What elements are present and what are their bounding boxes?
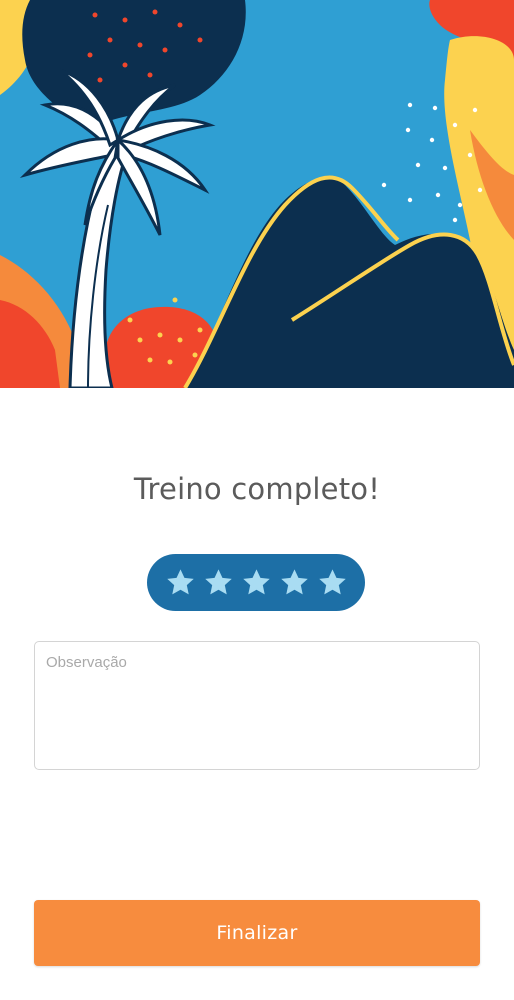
- hero-illustration: [0, 0, 514, 388]
- workout-complete-screen: Treino completo! Finalizar: [0, 0, 514, 1000]
- finish-button[interactable]: Finalizar: [34, 900, 480, 966]
- star-icon[interactable]: [165, 567, 196, 598]
- star-icon[interactable]: [203, 567, 234, 598]
- page-title: Treino completo!: [133, 472, 381, 506]
- star-rating[interactable]: [147, 554, 365, 611]
- observation-input[interactable]: [34, 641, 480, 770]
- star-icon[interactable]: [317, 567, 348, 598]
- star-icon[interactable]: [241, 567, 272, 598]
- star-icon[interactable]: [279, 567, 310, 598]
